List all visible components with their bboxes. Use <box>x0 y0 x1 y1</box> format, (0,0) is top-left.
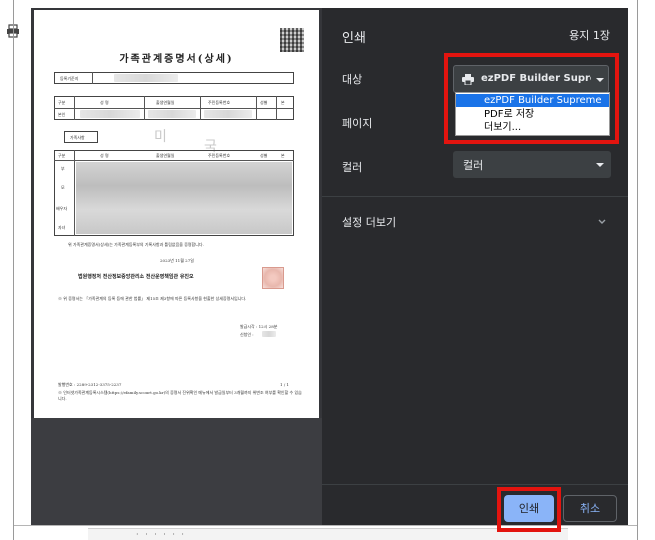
redacted-field <box>148 110 196 118</box>
qr-code-image <box>280 28 304 52</box>
redacted-field <box>80 110 140 118</box>
table-grid-line <box>276 96 277 120</box>
family-section-label: 가족사항 <box>70 135 85 140</box>
chevron-down-icon[interactable] <box>598 218 606 226</box>
underlay-divider <box>637 0 638 540</box>
print-dialog-screen: · · · · · · 가족관계증명서(상세) 등록기준지 구분 성 명 출생연… <box>0 0 655 540</box>
more-settings-toggle[interactable]: 설정 더보기 <box>342 214 396 230</box>
document-title: 가족관계증명서(상세) <box>119 54 234 65</box>
color-value: 컬러 <box>463 159 484 172</box>
table-header: 성 명 <box>100 100 109 105</box>
pages-label: 페이지 <box>342 117 373 130</box>
cancel-button[interactable]: 취소 <box>563 495 617 522</box>
footer-note: ※ 인터넷가족관계등록시스템(https://efamily.scourt.go… <box>58 390 302 401</box>
table-grid-line <box>144 96 145 120</box>
redacted-family-data <box>76 162 292 234</box>
table-header: 출생연월일 <box>156 100 175 105</box>
table-header: 구분 <box>58 100 66 105</box>
table-header: 본 <box>281 153 285 158</box>
preview-background <box>31 418 322 525</box>
chevron-down-icon <box>596 163 604 167</box>
table-grid-line <box>200 96 201 120</box>
issue-number: 발행번호 : 2289-2312-3375-2237 <box>58 382 122 387</box>
notice-text: ※ 위 증명서는 「가족관계의 등록 등에 관한 법률」 제15조 제3항에 따… <box>58 296 247 301</box>
family-row-label: 모 <box>61 185 65 190</box>
page-count: 용지 1장 <box>569 29 610 42</box>
print-preview[interactable]: 가족관계증명서(상세) 등록기준지 구분 성 명 출생연월일 주민등록번호 성별… <box>31 8 322 525</box>
family-row-label: 부 <box>61 166 65 171</box>
destination-label: 대상 <box>342 73 363 86</box>
self-label: 본인 <box>58 112 66 117</box>
table-header: 본 <box>281 100 285 105</box>
table-header: 성 명 <box>100 153 109 158</box>
underlay-divider <box>13 0 14 540</box>
underlay-text: · · · · · · <box>136 530 186 539</box>
page-number: 1 / 1 <box>280 382 289 387</box>
applicant: 신청인 : <box>240 332 254 337</box>
panel-title: 인쇄 <box>342 31 366 46</box>
table-grid-line <box>256 96 257 120</box>
issue-date: 2023년 11월 27일 <box>160 258 194 263</box>
table-grid-line <box>74 150 75 236</box>
table-grid-line <box>92 72 93 84</box>
redacted-field <box>204 110 252 118</box>
family-row-label: 자녀 <box>58 225 66 230</box>
preview-page: 가족관계증명서(상세) 등록기준지 구분 성 명 출생연월일 주민등록번호 성별… <box>34 10 319 418</box>
registry-label: 등록기준지 <box>60 76 79 81</box>
table-grid-line <box>54 108 294 109</box>
section-divider <box>322 196 628 197</box>
color-label: 컬러 <box>342 161 363 174</box>
print-button-highlight <box>497 487 561 532</box>
redacted-field <box>114 74 178 82</box>
table-header: 주민등록번호 <box>208 153 231 158</box>
watermark-char: 미 <box>154 129 167 145</box>
certification-text: 위 가족관계증명서(상세)는 가족관계등록부의 기록사항과 틀림없음을 증명합니… <box>68 242 204 247</box>
issuer-name: 법원행정처 전산정보중앙관리소 전산운영책임관 유진오 <box>78 274 194 280</box>
table-header: 주민등록번호 <box>208 100 231 105</box>
table-header: 성별 <box>260 100 268 105</box>
table-header: 성별 <box>260 153 268 158</box>
table-header: 구분 <box>58 153 66 158</box>
table-header: 출생연월일 <box>156 153 175 158</box>
official-seal <box>262 267 284 289</box>
family-row-label: 배우자 <box>56 206 68 211</box>
footer-divider <box>322 484 628 485</box>
table-grid-line <box>74 96 75 120</box>
table-grid-line <box>54 160 294 161</box>
destination-highlight <box>444 53 619 144</box>
print-settings-panel: 인쇄 용지 1장 대상 페이지 컬러 ezPDF Builder Supreme… <box>322 8 628 525</box>
underlay-strip: · · · · · · <box>88 528 568 540</box>
redacted-field <box>262 331 276 337</box>
color-select[interactable]: 컬러 <box>453 151 611 178</box>
issue-time: 발급시각 : 12시 28분 <box>240 324 278 329</box>
